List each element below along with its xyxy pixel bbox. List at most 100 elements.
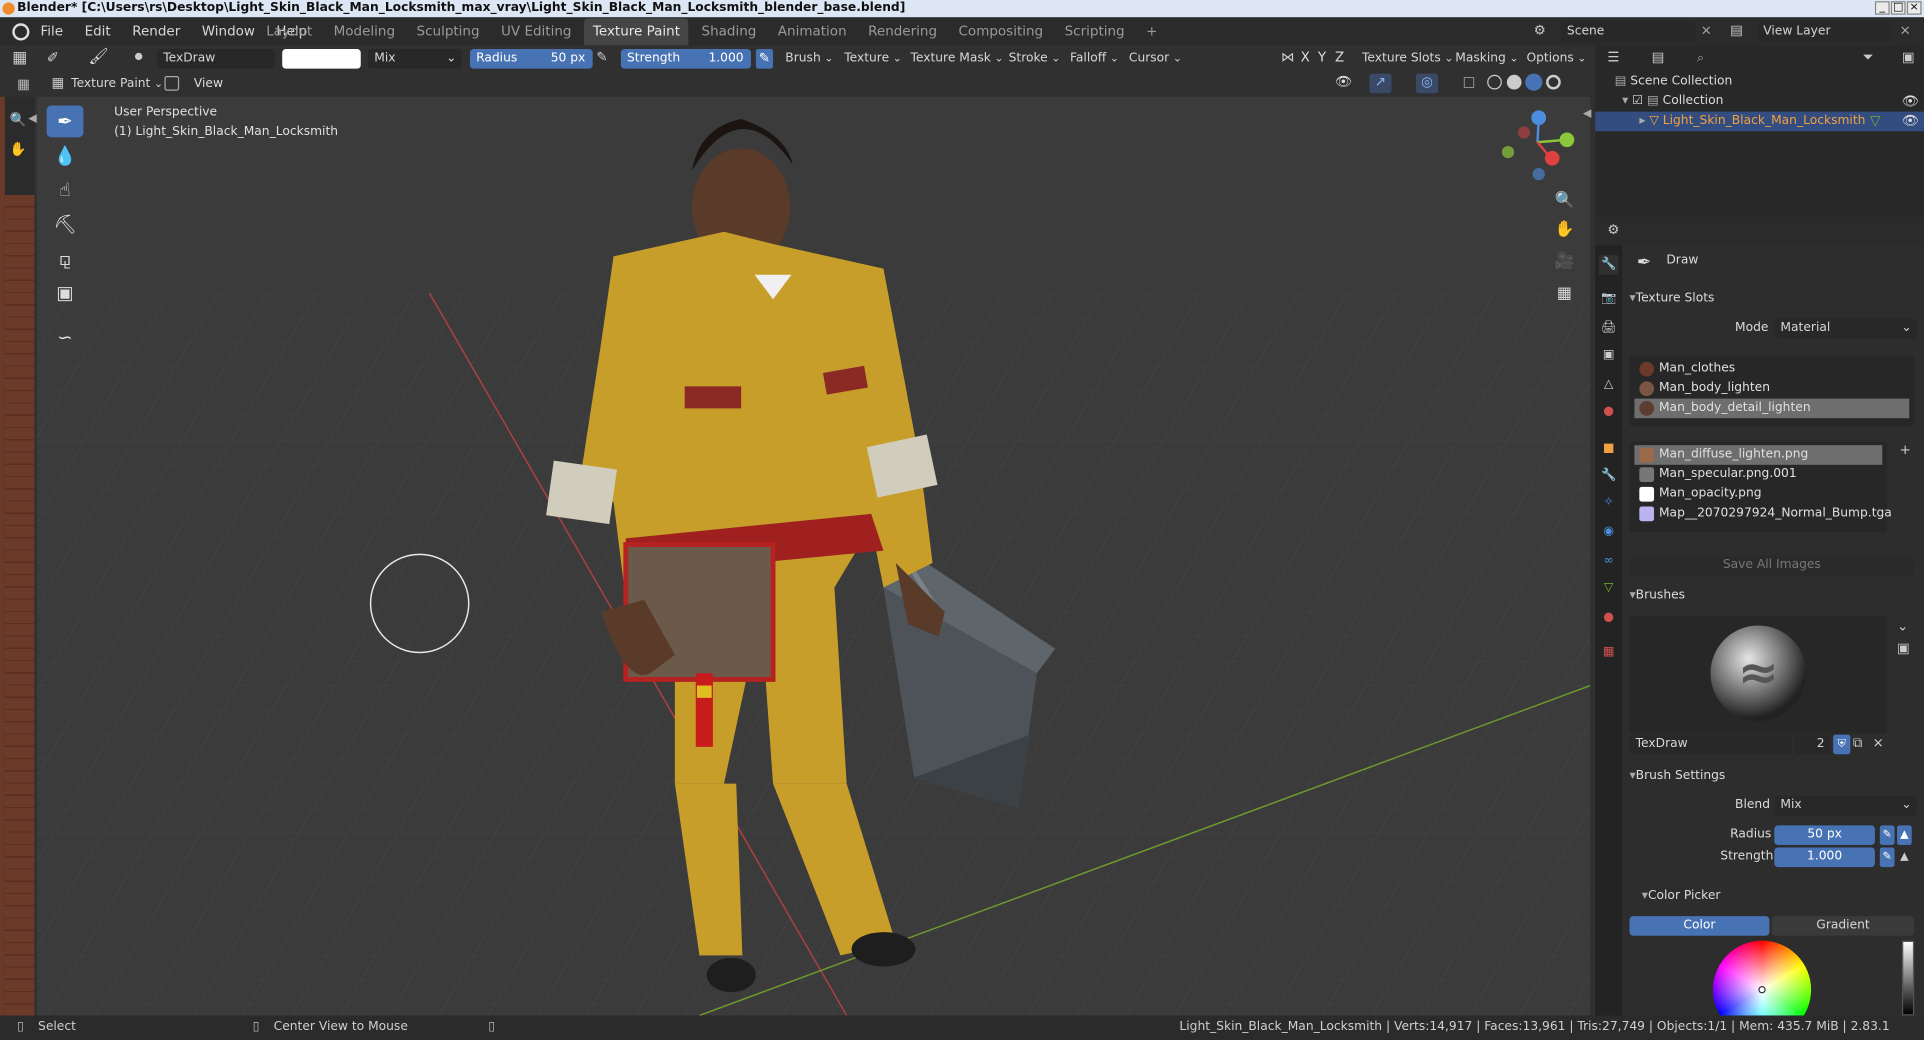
data-tab-icon[interactable]: ▽ (1599, 579, 1619, 599)
texture-slots-menu[interactable]: Texture Slots (1362, 49, 1454, 69)
object-row[interactable]: ▸ ▽ Light_Skin_Black_Man_Locksmith (1639, 112, 1865, 132)
mode-dropdown[interactable]: Texture Paint (71, 75, 163, 95)
modifier-tab-icon[interactable]: 🔧 (1599, 466, 1619, 486)
scene-tab-icon[interactable]: △ (1599, 375, 1619, 395)
mode-dropdown[interactable]: Material ⌄ (1774, 318, 1917, 339)
gizmo-toggle-icon[interactable]: ↗ (1369, 73, 1392, 94)
wireframe-shading-icon[interactable] (1487, 74, 1502, 90)
material-slot-item[interactable]: Man_clothes (1634, 359, 1909, 379)
brush-color-swatch[interactable] (282, 49, 361, 69)
gradient-tab[interactable]: Gradient (1771, 916, 1915, 936)
camera-view-icon[interactable]: 🎥 (1551, 249, 1578, 276)
tool-tab-icon[interactable]: 🔧 (1598, 255, 1619, 275)
view-menu[interactable]: View (194, 75, 223, 95)
blend-dropdown[interactable]: Mix ⌄ (1774, 795, 1917, 816)
view-layer-close-icon[interactable]: × (1899, 22, 1910, 38)
3d-viewport[interactable]: User Perspective (1) Light_Skin_Black_Ma… (36, 96, 1591, 1016)
xray-toggle-icon[interactable]: □ (1463, 74, 1476, 90)
solid-shading-icon[interactable] (1506, 74, 1522, 90)
zoom-icon[interactable]: 🔍 (1551, 188, 1578, 215)
brush-settings-section[interactable]: Brush Settings (1630, 767, 1726, 787)
brush-list-expand-icon[interactable]: ⌄ (1897, 618, 1908, 634)
texture-slots-section[interactable]: Texture Slots (1630, 289, 1715, 309)
strength-field[interactable]: 1.000 (1774, 847, 1875, 868)
render-tab-icon[interactable]: 📷 (1599, 289, 1619, 309)
brush-menu[interactable]: Brush (785, 49, 833, 69)
menu-edit[interactable]: Edit (76, 18, 119, 45)
expand-object-icon[interactable]: ▸ (1639, 114, 1645, 127)
view-layer-tab-icon[interactable]: ▣ (1599, 346, 1619, 366)
blend-mode-dropdown[interactable]: Mix ⌄ (368, 49, 462, 69)
rendered-shading-icon[interactable] (1546, 74, 1561, 90)
cursor-menu[interactable]: Cursor (1129, 49, 1182, 69)
toolbar-toggle-icon[interactable]: ▦ (17, 76, 30, 92)
constraints-tab-icon[interactable]: ∞ (1599, 552, 1619, 572)
scene-icon[interactable]: ⚙ (1534, 22, 1551, 42)
view-layer-icon[interactable]: ▤ (1730, 22, 1743, 38)
strength-unified-icon[interactable]: ▲ (1897, 847, 1912, 867)
mask-toggle-icon[interactable] (164, 76, 180, 91)
add-workspace-button[interactable]: + (1138, 18, 1166, 45)
tab-texture-paint[interactable]: Texture Paint (584, 18, 689, 46)
menu-file[interactable]: File (32, 18, 72, 45)
pan-hand-button-icon[interactable]: ✋ (1551, 217, 1578, 244)
tab-scripting[interactable]: Scripting (1056, 18, 1133, 45)
collection-row[interactable]: ▾ ☑ ▤ Collection (1622, 92, 1723, 112)
fake-user-dot-icon[interactable] (134, 52, 143, 61)
radius-unified-icon[interactable]: ▲ (1897, 825, 1912, 846)
texture-menu[interactable]: Texture (844, 49, 902, 69)
tab-sculpting[interactable]: Sculpting (408, 18, 488, 45)
options-menu[interactable]: Options (1526, 49, 1586, 69)
radius-slider[interactable]: Radius 50 px (469, 49, 593, 69)
brush-name-input[interactable]: TexDraw (1629, 734, 1792, 755)
scene-collection-row[interactable]: ▤ Scene Collection (1615, 72, 1733, 92)
editor-type-icon[interactable]: ▦ (12, 49, 32, 69)
falloff-menu[interactable]: Falloff (1070, 49, 1119, 69)
expand-icon[interactable]: ▾ (1622, 94, 1628, 107)
filter-icon[interactable]: ⏷ (1863, 49, 1874, 66)
close-window-button[interactable]: × (1906, 1, 1922, 15)
material-slot-item[interactable]: Man_body_lighten (1634, 379, 1909, 399)
output-tab-icon[interactable]: 🖨 (1599, 319, 1619, 339)
texture-tab-icon[interactable]: ▦ (1599, 643, 1619, 663)
brush-preview-box[interactable]: ≈ (1629, 615, 1888, 734)
strength-pen-icon[interactable]: ✎ (1879, 847, 1895, 868)
object-tab-icon[interactable]: ■ (1599, 439, 1619, 459)
pan-hand-icon[interactable]: ✋ (10, 141, 27, 157)
mask-tool-icon[interactable]: ▣ (47, 277, 84, 309)
physics-tab-icon[interactable]: ◉ (1599, 522, 1619, 542)
value-slider[interactable] (1901, 940, 1915, 1016)
tool-icon[interactable]: ✐ (47, 49, 74, 69)
zoom-region-icon[interactable]: 🔍 (10, 112, 27, 128)
mirror-z-toggle[interactable]: Z (1335, 49, 1344, 65)
color-picker-section[interactable]: Color Picker (1642, 887, 1720, 907)
radius-pen-icon[interactable]: ✎ (1879, 825, 1895, 846)
strength-pressure-icon[interactable]: ✎ (755, 49, 774, 69)
scene-field[interactable]: Scene (1560, 22, 1696, 42)
image-slot-item[interactable]: Man_diffuse_lighten.png (1634, 445, 1883, 465)
strength-slider[interactable]: Strength 1.000 (620, 49, 751, 69)
tab-rendering[interactable]: Rendering (860, 18, 946, 45)
brush-name-field[interactable]: TexDraw (157, 49, 275, 69)
object-eye-icon[interactable]: 👁 (1902, 113, 1919, 129)
masking-menu[interactable]: Masking (1455, 49, 1518, 69)
view-layer-field[interactable]: View Layer (1757, 22, 1893, 42)
new-collection-icon[interactable]: ▣ (1902, 49, 1915, 65)
collection-eye-icon[interactable]: 👁 (1902, 93, 1919, 109)
image-slot-item[interactable]: Man_opacity.png (1634, 484, 1882, 504)
annotate-tool-icon[interactable]: ∽ (47, 321, 84, 353)
outliner-editor-icon[interactable]: ☰ (1607, 49, 1619, 65)
tab-uv-editing[interactable]: UV Editing (492, 18, 580, 45)
ortho-grid-icon[interactable]: ▦ (1551, 281, 1578, 308)
stroke-menu[interactable]: Stroke (1009, 49, 1061, 69)
tab-animation[interactable]: Animation (769, 18, 855, 45)
material-tab-icon[interactable]: ● (1599, 608, 1619, 628)
menu-window[interactable]: Window (193, 18, 263, 45)
tab-modeling[interactable]: Modeling (325, 18, 404, 45)
material-slot-item[interactable]: Man_body_detail_lighten (1634, 398, 1910, 419)
maximize-button[interactable]: □ (1890, 1, 1906, 15)
texture-mask-menu[interactable]: Texture Mask (910, 49, 1003, 69)
unlink-brush-icon[interactable]: × (1872, 735, 1883, 751)
world-tab-icon[interactable]: ● (1599, 402, 1619, 422)
brush-browse-icon[interactable]: ▣ (1897, 640, 1910, 656)
